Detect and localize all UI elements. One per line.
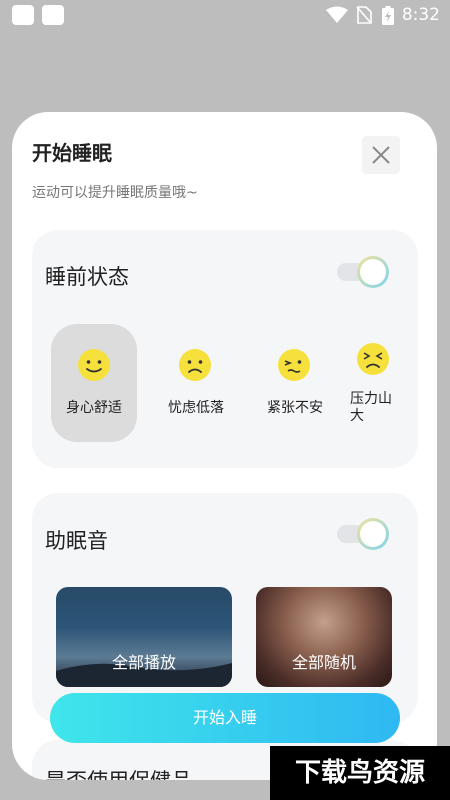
sleep-sound-card: 助眠音 全部播放 全部随机 [32,493,418,723]
sound-label: 全部随机 [291,653,356,672]
sheet-title: 开始睡眠 [32,141,112,165]
mood-comfortable[interactable]: 身心舒适 [51,324,137,442]
play-all-card[interactable]: 全部播放 [56,587,232,687]
pre-sleep-title: 睡前状态 [45,265,129,289]
close-button[interactable] [362,136,400,174]
app-square-icon [42,5,64,25]
sheet-subtitle: 运动可以提升睡眠质量哦~ [32,185,198,201]
watermark: 下载鸟资源 [270,746,450,800]
mood-label: 忧虑低落 [168,400,224,416]
mood-label: 身心舒适 [66,400,122,416]
sleep-sound-toggle[interactable] [337,518,389,550]
mood-label: 压力山大 [350,391,392,424]
mood-worried[interactable]: 忧虑低落 [158,324,234,442]
start-sleep-sheet: 开始睡眠 运动可以提升睡眠质量哦~ 睡前状态 身心舒适 忧虑低落 紧张不安 压力… [12,112,437,780]
sound-label: 全部播放 [111,653,176,672]
pre-sleep-toggle[interactable] [337,256,389,288]
no-sim-icon [356,6,372,24]
start-sleep-button[interactable]: 开始入睡 [50,693,400,743]
sad-face-icon [179,349,211,381]
status-bar: 8:32 [0,0,450,30]
supplement-title: 是否使用保健品 [45,768,192,780]
stressed-face-icon [357,343,389,375]
nervous-face-icon [278,349,310,381]
sleep-sound-title: 助眠音 [45,529,108,553]
shuffle-all-card[interactable]: 全部随机 [256,587,392,687]
app-square-icon [12,5,34,25]
battery-charging-icon [382,6,394,25]
pre-sleep-card: 睡前状态 身心舒适 忧虑低落 紧张不安 压力山大 [32,230,418,468]
happy-face-icon [78,349,110,381]
close-icon [372,146,390,164]
mood-stressed[interactable]: 压力山大 [344,324,398,442]
mood-label: 紧张不安 [267,400,323,416]
mood-nervous[interactable]: 紧张不安 [257,324,333,442]
wifi-icon [326,6,348,23]
clock: 8:32 [401,5,440,25]
